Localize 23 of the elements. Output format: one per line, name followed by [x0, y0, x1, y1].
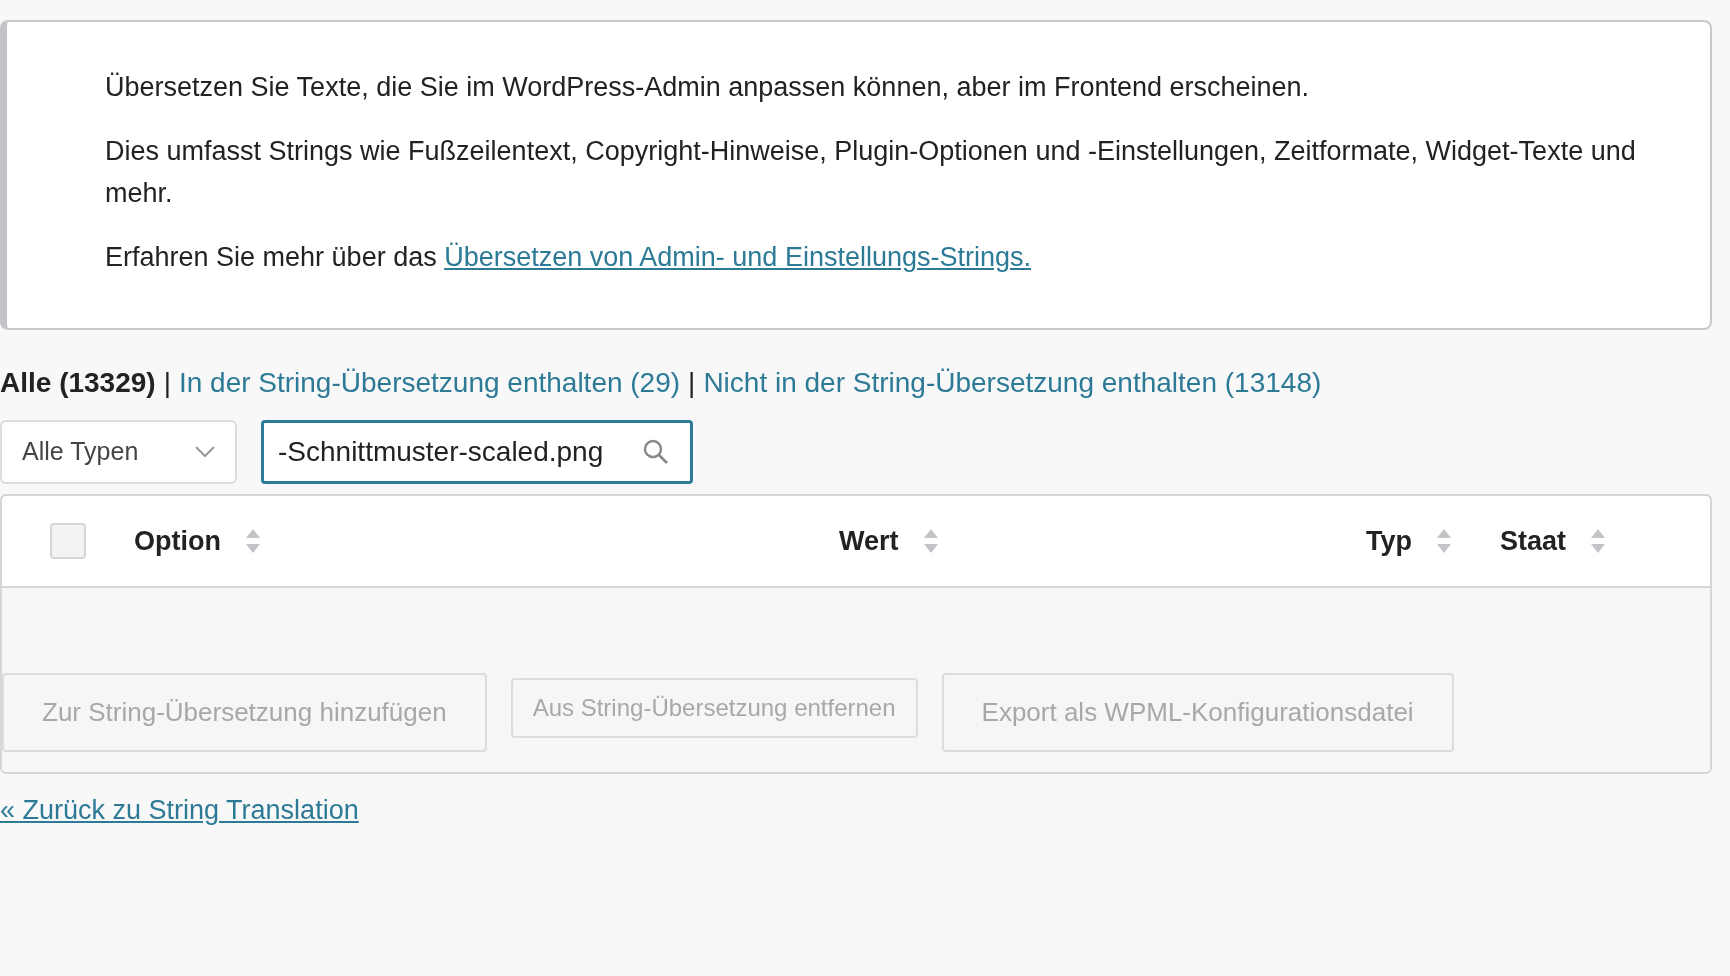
column-header[interactable]: Staat	[1499, 520, 1566, 562]
filter-link[interactable]: Nicht in der String-Übersetzung enthalten (13148)	[703, 362, 1322, 404]
sort-icon[interactable]	[1435, 528, 1452, 554]
back-link[interactable]: « Zurück zu String Translation	[0, 790, 359, 831]
sort-icon[interactable]	[245, 528, 261, 554]
sort-icon[interactable]	[922, 528, 939, 554]
separator-text: |	[688, 366, 696, 400]
search-field[interactable]: -Schnittmuster-scaled.png	[261, 420, 693, 484]
chevron-down-icon	[195, 446, 215, 458]
type-select[interactable]: Alle Typen	[0, 420, 237, 484]
learn-more-text: Erfahren Sie mehr über das Übersetzen von Admin- und Einstellungs-Strings.	[105, 241, 1032, 274]
notice-text: Übersetzen Sie Texte, die Sie im WordPress-Admin anpassen können, aber im Frontend erscheinen.	[105, 71, 1311, 104]
search-icon[interactable]	[643, 439, 669, 465]
select-all-checkbox[interactable]	[50, 523, 86, 559]
column-header[interactable]: Option	[134, 520, 221, 562]
column-header[interactable]: Typ	[1365, 520, 1412, 562]
separator-text: |	[163, 366, 171, 400]
notice-text: Dies umfasst Strings wie Fußzeilentext, Copyright-Hinweise, Plugin-Optionen und -Einstellungen, Zeitformate, Widget-Texte und mehr.	[105, 135, 1637, 210]
sort-icon[interactable]	[1590, 528, 1606, 554]
learn-more-link[interactable]: Übersetzen von Admin- und Einstellungs-Strings.	[444, 242, 1031, 272]
column-header[interactable]: Wert	[839, 520, 899, 562]
filter-link[interactable]: Alle (13329)	[0, 362, 156, 404]
filter-link[interactable]: In der String-Übersetzung enthalten (29)	[178, 362, 681, 404]
